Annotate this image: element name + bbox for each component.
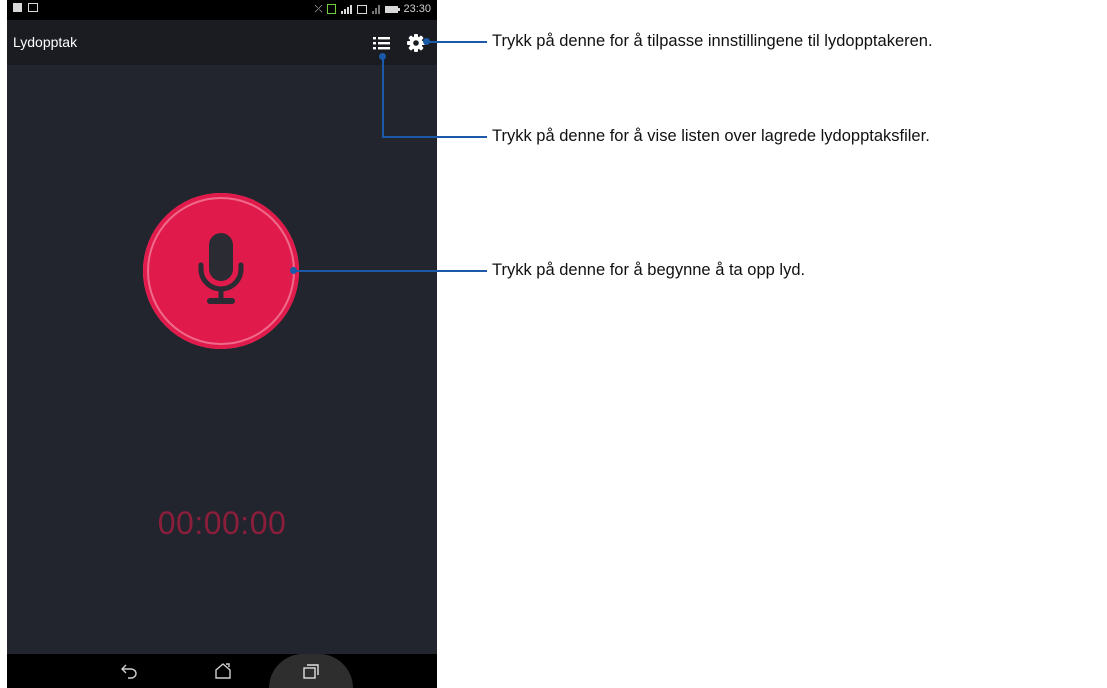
sim2-icon <box>357 4 368 14</box>
callout-settings: Trykk på denne for å tilpasse innstillin… <box>492 32 933 50</box>
list-icon <box>373 37 390 50</box>
status-bar: ⤫ 23:30 <box>7 0 437 20</box>
callout-line-settings <box>427 41 487 43</box>
battery-icon <box>385 5 401 13</box>
action-bar: Lydopptak <box>7 20 437 65</box>
status-time: 23:30 <box>403 3 431 15</box>
back-button[interactable] <box>112 654 148 688</box>
callout-line-list-horizontal <box>382 136 487 138</box>
signal-bars-icon <box>341 4 353 14</box>
recent-apps-button[interactable] <box>269 654 353 688</box>
recording-timer: 00:00:00 <box>157 505 287 541</box>
callout-line-list-vertical <box>382 57 384 137</box>
callout-record: Trykk på denne for å begynne å ta opp ly… <box>492 261 806 279</box>
microphone-icon <box>198 233 244 304</box>
page-title: Lydopptak <box>13 34 78 50</box>
recent-apps-icon <box>303 664 319 679</box>
home-button[interactable] <box>205 654 241 688</box>
recordings-list-button[interactable] <box>371 32 393 54</box>
screenshot-icon <box>28 3 38 12</box>
record-button[interactable] <box>143 193 299 349</box>
callout-list: Trykk på denne for å vise listen over la… <box>492 127 930 145</box>
sim1-icon <box>327 4 337 14</box>
no-signal-icon: ⤫ <box>314 3 323 15</box>
sd-card-icon <box>13 3 22 12</box>
sim2-signal-icon <box>372 4 381 14</box>
callout-line-record <box>294 270 487 272</box>
home-icon <box>215 663 231 679</box>
back-icon <box>121 664 137 679</box>
phone-screen: ⤫ 23:30 Lydopptak 00:00:00 <box>7 0 437 688</box>
navigation-bar <box>7 654 437 688</box>
